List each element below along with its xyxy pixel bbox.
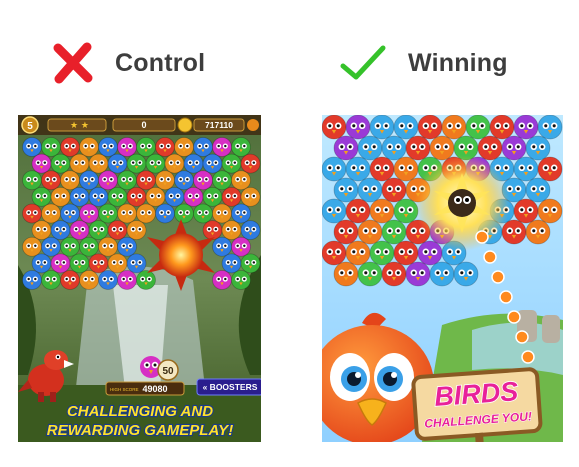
tagline-line-2: REWARDING GAMEPLAY! [47,422,233,439]
coins-value: 717110 [205,120,233,130]
svg-text:★ ★: ★ ★ [70,121,89,131]
winning-label: Winning [340,44,508,82]
control-label: Control [53,42,205,84]
winning-ad-scene: BIRDS CHALLENGE YOU! [322,115,563,442]
check-icon [340,44,386,82]
cross-icon [53,42,93,84]
winning-label-text: Winning [408,48,508,77]
control-ad-scene: 5 ★ ★ 0 717110 50 HIGH SCORE 49080 « BOO… [18,115,261,442]
control-ad-image: 5 ★ ★ 0 717110 50 HIGH SCORE 49080 « BOO… [18,115,261,442]
control-label-text: Control [115,48,206,77]
balls-left-counter: 50 [162,366,174,377]
high-score-value: 49080 [142,384,167,394]
winning-ad-image: BIRDS CHALLENGE YOU! [322,115,563,442]
level-badge: 5 [27,121,33,132]
sign-title: BIRDS [433,376,519,412]
tagline-line-1: CHALLENGING AND [67,403,213,420]
score-value: 0 [141,120,146,130]
boosters-button: « BOOSTERS [203,382,258,392]
high-score-label: HIGH SCORE [110,387,139,392]
